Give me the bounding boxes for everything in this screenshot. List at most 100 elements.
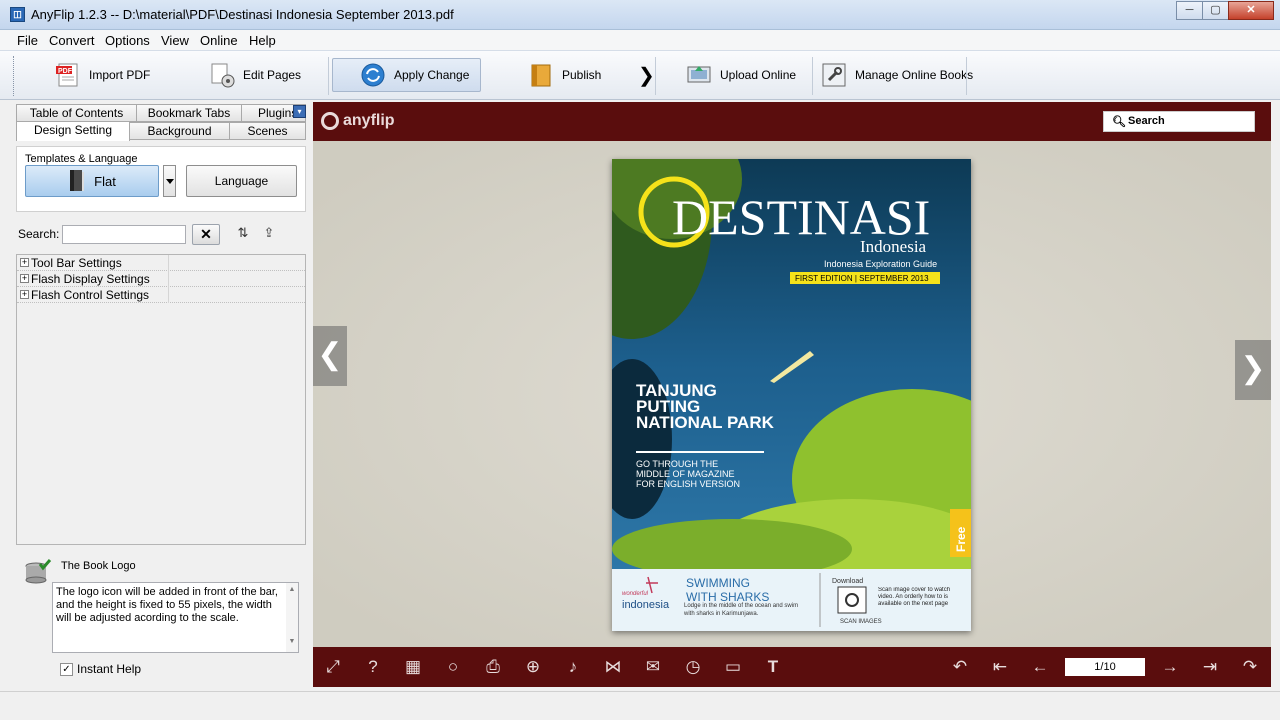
- toolbar: PDF Import PDF Edit Pages Apply Change P…: [0, 50, 1280, 100]
- value-column-divider: [168, 255, 169, 271]
- settings-panel: Table of Contents Bookmark Tabs Plugins …: [12, 101, 309, 687]
- anyflip-logo-text: anyflip: [343, 112, 395, 129]
- tab-design-setting[interactable]: Design Setting: [16, 121, 130, 141]
- fullscreen-icon[interactable]: ⤢: [322, 656, 344, 678]
- wrench-icon: [821, 62, 847, 88]
- templates-group: Templates & Language Flat Language: [16, 146, 306, 212]
- previous-page-arrow-icon[interactable]: ❮: [313, 326, 347, 386]
- prev-page-icon[interactable]: ←: [1029, 656, 1051, 678]
- help-scrollbar[interactable]: ▲ ▼: [286, 583, 298, 652]
- share-icon[interactable]: ⋈: [602, 656, 624, 678]
- chevron-down-icon: [166, 179, 174, 184]
- tab-table-of-contents[interactable]: Table of Contents: [16, 104, 137, 122]
- comment-icon[interactable]: ▭: [722, 656, 744, 678]
- edit-pages-button[interactable]: Edit Pages: [209, 58, 301, 92]
- apply-change-button[interactable]: Apply Change: [332, 58, 481, 92]
- text-icon[interactable]: T: [762, 656, 784, 678]
- upload-icon: [686, 62, 712, 88]
- toolbar-divider: [966, 57, 967, 95]
- zoom-in-icon[interactable]: ⊕: [522, 656, 544, 678]
- manage-online-books-button[interactable]: Manage Online Books: [821, 58, 973, 92]
- cover-footer-brand: indonesia: [622, 599, 670, 611]
- tree-row-flash-display-settings[interactable]: + Flash Display Settings: [17, 271, 305, 287]
- cover-artwork: DESTINASI Indonesia Indonesia Exploratio…: [612, 159, 971, 631]
- cover-scan-text: Scan image cover to watch video. An orde…: [878, 587, 951, 607]
- instant-help-panel: The Book Logo The logo icon will be adde…: [16, 550, 306, 686]
- search-icon: 🔍︎: [1112, 116, 1126, 128]
- thumbnails-icon[interactable]: ▦: [402, 656, 424, 678]
- email-icon[interactable]: ✉: [642, 656, 664, 678]
- templates-language-label: Templates & Language: [25, 153, 138, 165]
- menu-file[interactable]: File: [17, 33, 38, 48]
- tree-row-flash-control-settings[interactable]: + Flash Control Settings: [17, 287, 305, 303]
- instant-help-checkbox[interactable]: ✓: [60, 662, 73, 676]
- edit-pages-icon: [209, 62, 235, 88]
- expand-icon[interactable]: +: [20, 258, 29, 267]
- tree-row-label: Flash Control Settings: [31, 288, 150, 302]
- minimize-button[interactable]: ─: [1176, 1, 1203, 20]
- menu-online[interactable]: Online: [200, 33, 238, 48]
- toolbar-more-chevron-icon[interactable]: ❯: [638, 58, 655, 92]
- cover-subhead: GO THROUGH THE MIDDLE OF MAGAZINE FOR EN…: [636, 459, 741, 489]
- close-button[interactable]: ✕: [1228, 1, 1274, 20]
- forward-icon[interactable]: ↷: [1239, 656, 1261, 678]
- tab-bookmark-tabs[interactable]: Bookmark Tabs: [136, 104, 242, 122]
- publish-button[interactable]: Publish: [528, 58, 601, 92]
- menu-view[interactable]: View: [161, 33, 189, 48]
- maximize-button[interactable]: ▢: [1202, 1, 1229, 20]
- import-pdf-button[interactable]: PDF Import PDF: [55, 58, 150, 92]
- viewer-search-input[interactable]: 🔍︎ Search: [1103, 111, 1255, 132]
- sort-icon[interactable]: ⇅: [234, 225, 252, 243]
- tab-background[interactable]: Background: [129, 122, 230, 140]
- menu-convert[interactable]: Convert: [49, 33, 95, 48]
- help-icon[interactable]: ?: [362, 656, 384, 678]
- tab-scenes[interactable]: Scenes: [229, 122, 306, 140]
- settings-tree: + Tool Bar Settings + Flash Display Sett…: [16, 254, 306, 545]
- search-input[interactable]: [62, 225, 186, 244]
- svg-text:PDF: PDF: [58, 68, 73, 75]
- next-page-arrow-icon[interactable]: ❯: [1235, 340, 1271, 400]
- expand-icon[interactable]: +: [20, 290, 29, 299]
- first-page-icon[interactable]: ⇤: [989, 656, 1011, 678]
- clock-icon[interactable]: ◷: [682, 656, 704, 678]
- anyflip-logo-icon: [321, 112, 339, 130]
- template-flat-label: Flat: [94, 173, 116, 189]
- viewer-bottom-toolbar: ⤢ ? ▦ ○ ⎙ ⊕ ♪ ⋈ ✉ ◷ ▭ T ↶ ⇤ ← 1/10 → ⇥ ↷: [313, 647, 1271, 687]
- viewer-search-placeholder: Search: [1128, 115, 1165, 127]
- search-icon[interactable]: ○: [442, 656, 464, 678]
- expand-icon[interactable]: +: [20, 274, 29, 283]
- template-flat-button[interactable]: Flat: [25, 165, 159, 197]
- window-controls: ─ ▢ ✕: [1176, 1, 1274, 20]
- manage-online-books-label: Manage Online Books: [855, 68, 974, 82]
- cover-guide: Indonesia Exploration Guide: [824, 259, 937, 269]
- anyflip-logo: anyflip: [321, 112, 395, 130]
- book-cover-page[interactable]: DESTINASI Indonesia Indonesia Exploratio…: [612, 159, 971, 631]
- print-icon[interactable]: ⎙: [482, 656, 504, 678]
- language-button[interactable]: Language: [186, 165, 297, 197]
- sound-icon[interactable]: ♪: [562, 656, 584, 678]
- upload-online-button[interactable]: Upload Online: [686, 58, 796, 92]
- tree-row-tool-bar-settings[interactable]: + Tool Bar Settings: [17, 255, 305, 271]
- last-page-icon[interactable]: ⇥: [1199, 656, 1221, 678]
- clear-search-button[interactable]: ✕: [192, 224, 220, 245]
- tab-overflow-icon[interactable]: ▾: [293, 105, 306, 118]
- help-text[interactable]: The logo icon will be added in front of …: [52, 582, 299, 653]
- template-dropdown-button[interactable]: [163, 165, 176, 197]
- search-label: Search:: [18, 227, 60, 241]
- menu-options[interactable]: Options: [105, 33, 150, 48]
- import-pdf-label: Import PDF: [89, 68, 151, 82]
- next-page-icon[interactable]: →: [1159, 656, 1181, 678]
- collapse-all-icon[interactable]: ⇪: [260, 225, 278, 243]
- back-icon[interactable]: ↶: [949, 656, 971, 678]
- book-icon: [70, 170, 85, 191]
- book-logo-icon: [25, 559, 52, 584]
- cover-headline: TANJUNG PUTING NATIONAL PARK: [636, 383, 774, 432]
- cover-download-sub: SCAN IMAGES: [840, 619, 882, 625]
- cover-feature-title1: SWIMMING: [686, 576, 750, 590]
- instant-help-label: Instant Help: [77, 662, 142, 676]
- menu-help[interactable]: Help: [249, 33, 276, 48]
- instant-help-checkbox-row[interactable]: ✓ Instant Help: [60, 662, 141, 676]
- toolbar-divider: [655, 57, 656, 95]
- edit-pages-label: Edit Pages: [243, 68, 302, 82]
- page-number-input[interactable]: 1/10: [1065, 658, 1145, 676]
